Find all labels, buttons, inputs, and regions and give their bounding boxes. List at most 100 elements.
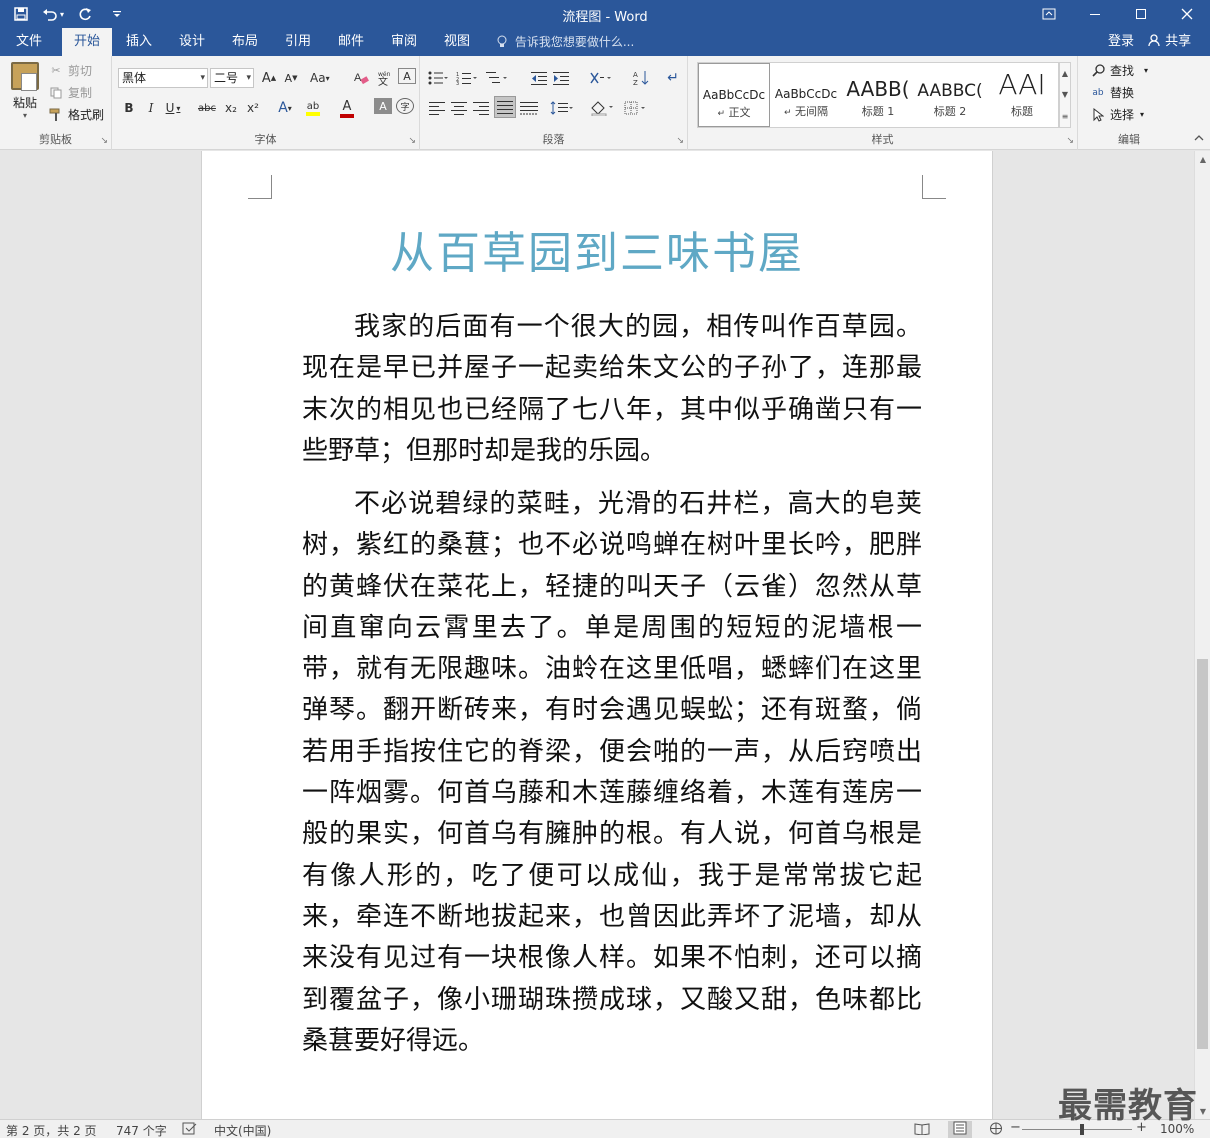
chevron-down-icon[interactable]: ▼ (1062, 90, 1068, 99)
text-effects-button[interactable]: A ▾ (276, 98, 294, 118)
paintbrush-icon (48, 107, 64, 123)
cut-button[interactable]: ✂ 剪切 (48, 62, 92, 79)
language-indicator[interactable]: 中文(中国) (214, 1122, 271, 1138)
replace-icon: ab (1092, 87, 1104, 98)
undo-icon[interactable]: ▾ (38, 2, 68, 26)
clear-formatting-icon[interactable]: A (352, 68, 370, 88)
scissors-icon: ✂ (51, 64, 61, 77)
crop-mark-top-right (922, 175, 946, 199)
highlight-color-swatch (306, 111, 320, 116)
style-normal[interactable]: AaBbCcDc ↵ 正文 (698, 63, 770, 127)
paste-button[interactable]: 粘贴 ▾ (8, 62, 42, 120)
chinese-layout-icon[interactable] (590, 68, 612, 88)
highlight-color-button[interactable]: ab (304, 96, 322, 120)
paint-bucket-icon[interactable] (590, 98, 614, 118)
style-name: 正文 (728, 106, 751, 119)
clipboard-launcher-icon[interactable]: ↘ (100, 136, 108, 146)
format-painter-button[interactable]: 格式刷 (48, 106, 104, 123)
tab-review[interactable]: 审阅 (381, 28, 427, 56)
align-center-icon[interactable] (450, 98, 468, 118)
subscript-button[interactable]: x₂ (222, 98, 240, 118)
customize-qat-icon[interactable] (102, 2, 132, 26)
tab-view[interactable]: 视图 (434, 28, 480, 56)
tab-file[interactable]: 文件 (6, 28, 52, 56)
tab-mailings[interactable]: 邮件 (328, 28, 374, 56)
save-icon[interactable] (6, 2, 36, 26)
select-button[interactable]: 选择 ▾ (1090, 106, 1144, 123)
zoom-out-button[interactable]: − (1010, 1120, 1021, 1135)
sign-in-link[interactable]: 登录 (1108, 28, 1134, 56)
phonetic-guide-icon[interactable]: wén 文 (374, 68, 392, 88)
style-sample: AABB( (846, 77, 910, 101)
redo-icon[interactable] (70, 2, 100, 26)
editing-group-label: 编辑 (1118, 133, 1140, 146)
tell-me-box[interactable]: 告诉我您想要做什么... (497, 28, 634, 56)
proofing-icon[interactable] (182, 1122, 198, 1138)
styles-group-label: 样式 (871, 133, 894, 146)
increase-indent-icon[interactable] (552, 68, 570, 88)
copy-button[interactable]: 复制 (48, 84, 92, 101)
font-launcher-icon[interactable]: ↘ (408, 136, 416, 146)
shrink-font-button[interactable]: A ▼ (282, 68, 300, 88)
bold-button[interactable]: B (120, 98, 138, 118)
word-count[interactable]: 747 个字 (116, 1122, 167, 1138)
numbering-icon[interactable]: 123 (456, 68, 478, 88)
scroll-thumb[interactable] (1197, 659, 1208, 1049)
borders-icon[interactable] (624, 98, 648, 118)
bullets-icon[interactable] (428, 68, 448, 88)
scroll-up-icon[interactable]: ▲ (1195, 151, 1210, 167)
paragraph-launcher-icon[interactable]: ↘ (676, 136, 684, 146)
tab-layout[interactable]: 布局 (222, 28, 268, 56)
maximize-icon[interactable] (1118, 0, 1164, 28)
vertical-scrollbar[interactable]: ▲ ▼ (1194, 151, 1210, 1119)
multilevel-list-icon[interactable] (486, 68, 508, 88)
page-count[interactable]: 第 2 页，共 2 页 (6, 1122, 97, 1138)
distributed-icon[interactable] (520, 98, 538, 118)
close-icon[interactable] (1164, 0, 1210, 28)
change-case-button[interactable]: Aa ▾ (310, 68, 330, 88)
more-styles-icon[interactable]: ≡ (1062, 112, 1069, 121)
cursor-arrow-icon (1090, 107, 1106, 123)
font-color-button[interactable]: A (338, 96, 356, 120)
zoom-slider[interactable] (1022, 1124, 1132, 1135)
tab-design[interactable]: 设计 (169, 28, 215, 56)
decrease-indent-icon[interactable] (530, 68, 548, 88)
style-name: 标题 2 (933, 105, 967, 118)
font-name-combo[interactable]: 黑体 ▾ (118, 68, 208, 88)
style-no-spacing[interactable]: AaBbCcDc ↵ 无间隔 (770, 63, 842, 127)
read-mode-icon[interactable] (914, 1122, 930, 1138)
underline-button[interactable]: U ▾ (164, 98, 182, 118)
collapse-ribbon-icon[interactable] (1194, 134, 1204, 145)
style-title[interactable]: AAI 标题 (986, 63, 1058, 127)
document-page[interactable]: 从百草园到三味书屋 我家的后面有一个很大的园，相传叫作百草园。现在是早已并屋子一… (201, 151, 993, 1119)
line-spacing-icon[interactable] (550, 98, 574, 118)
print-layout-icon[interactable] (948, 1121, 972, 1138)
ribbon-display-options-icon[interactable] (1026, 0, 1072, 28)
find-button[interactable]: 查找 ▾ (1090, 62, 1148, 79)
strikethrough-button[interactable]: abc (198, 98, 216, 118)
character-border-icon[interactable]: A (398, 68, 416, 84)
chevron-up-icon[interactable]: ▲ (1062, 69, 1068, 78)
tab-references[interactable]: 引用 (275, 28, 321, 56)
style-heading-2[interactable]: AABBC( 标题 2 (914, 63, 986, 127)
justify-icon[interactable] (494, 96, 516, 118)
font-size-combo[interactable]: 二号 ▾ (210, 68, 254, 88)
character-shading-button[interactable]: A (374, 98, 392, 114)
replace-button[interactable]: ab 替换 (1090, 84, 1134, 101)
tab-insert[interactable]: 插入 (116, 28, 162, 56)
show-paragraph-marks-icon[interactable]: ↵ (664, 68, 682, 88)
tab-home[interactable]: 开始 (62, 28, 112, 56)
minimize-icon[interactable] (1072, 0, 1118, 28)
share-button[interactable]: 共享 (1148, 28, 1191, 56)
align-right-icon[interactable] (472, 98, 490, 118)
styles-launcher-icon[interactable]: ↘ (1066, 136, 1074, 146)
quick-access-toolbar: ▾ (6, 2, 132, 26)
grow-font-button[interactable]: A ▲ (260, 68, 278, 88)
web-layout-icon[interactable] (988, 1122, 1004, 1138)
enclose-characters-button[interactable]: 字 (396, 98, 414, 114)
style-heading-1[interactable]: AABB( 标题 1 (842, 63, 914, 127)
align-left-icon[interactable] (428, 98, 446, 118)
sort-icon[interactable]: AZ (632, 68, 650, 88)
superscript-button[interactable]: x² (244, 98, 262, 118)
italic-button[interactable]: I (142, 98, 160, 118)
